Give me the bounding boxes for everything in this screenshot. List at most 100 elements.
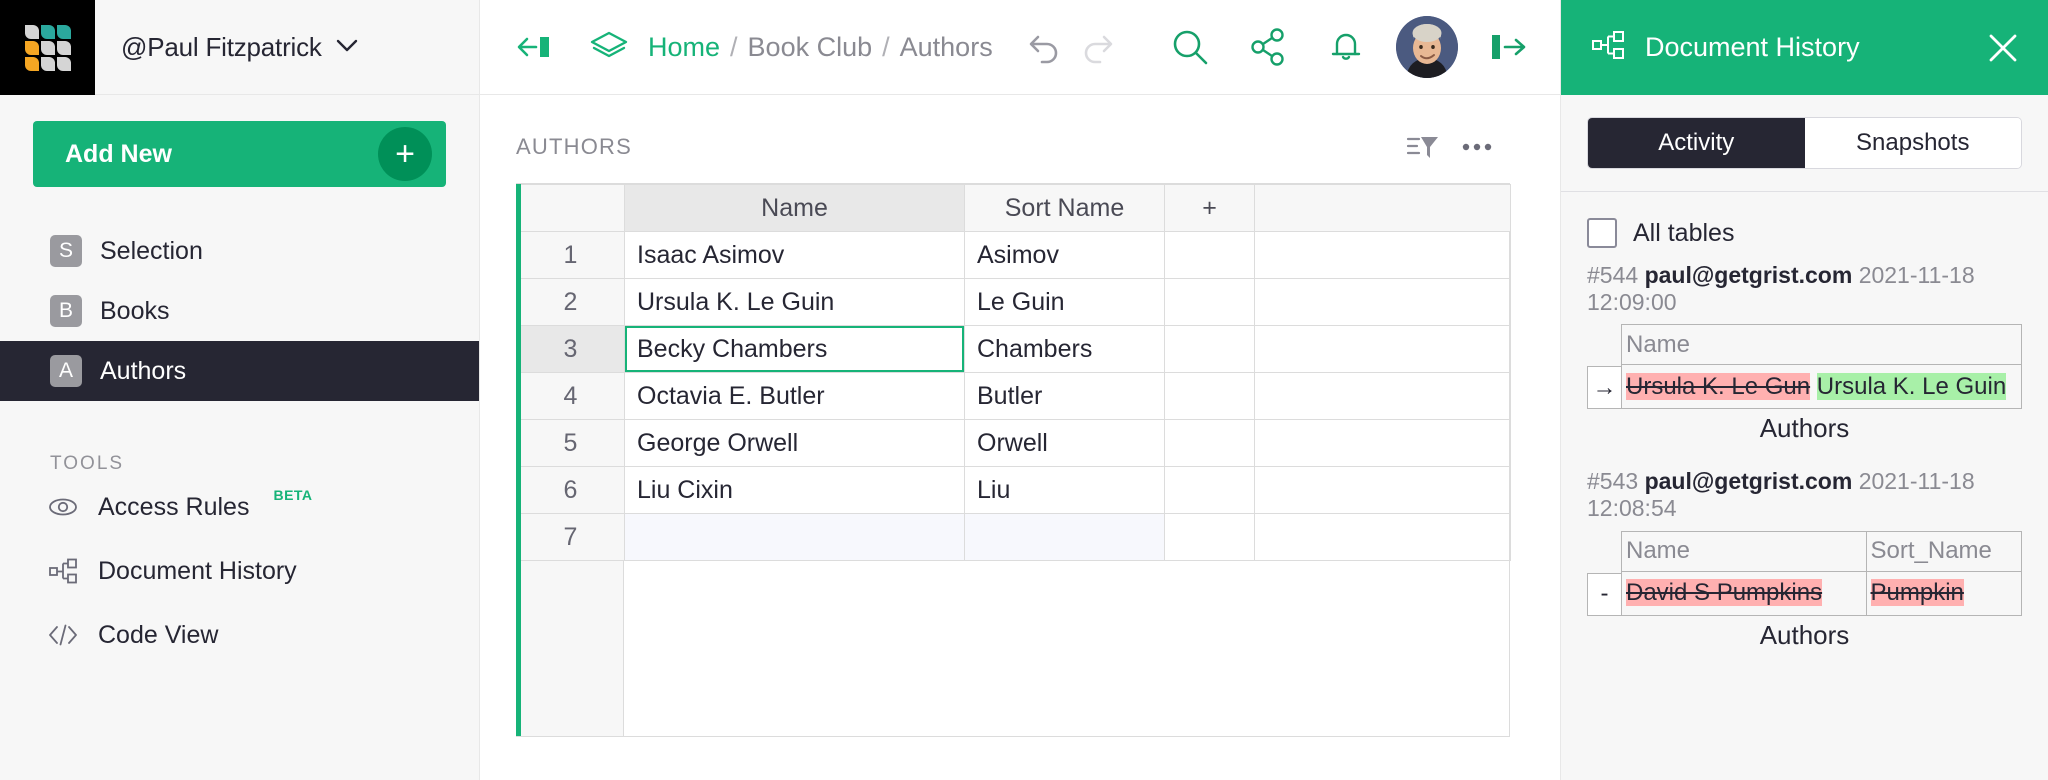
cell-name[interactable]: Octavia E. Butler	[624, 372, 965, 420]
cell-name-selected[interactable]: Becky Chambers	[624, 325, 965, 373]
tool-item-label: Access Rules	[98, 492, 250, 521]
diff-cell: David S Pumpkins	[1621, 570, 1867, 616]
column-header-blank	[1254, 184, 1511, 232]
sidebar-item-label: Authors	[100, 356, 187, 385]
cell-name[interactable]: George Orwell	[624, 419, 965, 467]
breadcrumb-separator: /	[882, 31, 890, 62]
share-icon[interactable]	[1240, 19, 1296, 75]
cell-sort-name[interactable]: Asimov	[964, 231, 1165, 279]
add-new-button[interactable]: Add New +	[33, 121, 446, 187]
sidebar-header: @Paul Fitzpatrick	[0, 0, 479, 95]
column-header-name[interactable]: Name	[624, 184, 965, 232]
layers-icon	[588, 29, 630, 65]
tool-item-access-rules[interactable]: Access Rules BETA	[0, 475, 479, 539]
diff-column-header: Name	[1621, 530, 1867, 572]
table-row[interactable]: 5 George Orwell Orwell	[516, 419, 1511, 467]
row-number[interactable]: 5	[516, 419, 625, 467]
tab-activity[interactable]: Activity	[1588, 118, 1805, 168]
cell-sort-name[interactable]: Butler	[964, 372, 1165, 420]
breadcrumb-authors[interactable]: Authors	[900, 32, 993, 63]
cell-sort-name[interactable]: Orwell	[964, 419, 1165, 467]
tab-snapshots[interactable]: Snapshots	[1804, 118, 2021, 168]
sort-filter-icon[interactable]	[1396, 125, 1450, 169]
sidebar-item-books[interactable]: B Books	[0, 281, 479, 341]
app-logo[interactable]	[0, 0, 95, 95]
redo-icon[interactable]	[1071, 19, 1127, 75]
diff-table: Name Ursula K. Le Gun Ursula K. Le Guin	[1621, 324, 2022, 410]
tool-item-code-view[interactable]: Code View	[0, 603, 479, 667]
plus-icon: +	[378, 127, 432, 181]
cell-name[interactable]: Isaac Asimov	[624, 231, 965, 279]
row-number[interactable]: 3	[516, 325, 625, 373]
row-number[interactable]: 4	[516, 372, 625, 420]
grid-empty-area	[516, 561, 1509, 736]
breadcrumb-home[interactable]: Home	[648, 32, 720, 63]
all-tables-checkbox[interactable]	[1587, 218, 1617, 248]
entry-email: paul@getgrist.com	[1644, 262, 1853, 288]
data-grid[interactable]: Name Sort Name + 1 Isaac Asimov Asimov 2…	[516, 183, 1511, 737]
branching-icon	[1591, 30, 1625, 65]
code-icon	[48, 620, 78, 650]
exit-icon[interactable]	[1480, 19, 1536, 75]
undo-icon[interactable]	[1015, 19, 1071, 75]
panel-tabs: Activity Snapshots	[1561, 95, 2048, 191]
breadcrumb-book-club[interactable]: Book Club	[748, 32, 873, 63]
cell-name[interactable]: Liu Cixin	[624, 466, 965, 514]
table-row[interactable]: 1 Isaac Asimov Asimov	[516, 231, 1511, 279]
column-header-sort-name[interactable]: Sort Name	[964, 184, 1165, 232]
cell-name[interactable]: Ursula K. Le Guin	[624, 278, 965, 326]
table-row[interactable]: 6 Liu Cixin Liu	[516, 466, 1511, 514]
account-name: @Paul Fitzpatrick	[121, 31, 322, 62]
activity-entry[interactable]: #544 paul@getgrist.com 2021-11-18 12:09:…	[1587, 262, 2022, 462]
main-content: Home / Book Club / Authors AUTHORS Name …	[480, 0, 1560, 780]
cell-sort-name-new[interactable]	[964, 513, 1165, 561]
diff-cell: Pumpkin	[1865, 570, 2023, 616]
diff-column-header: Name	[1621, 324, 2022, 366]
sidebar-item-authors[interactable]: A Authors	[0, 341, 479, 401]
entry-meta: #543 paul@getgrist.com 2021-11-18 12:08:…	[1587, 468, 2022, 522]
table-row[interactable]: 4 Octavia E. Butler Butler	[516, 372, 1511, 420]
diff-value-row: David S Pumpkins Pumpkin	[1621, 570, 2023, 616]
row-number[interactable]: 7	[516, 513, 625, 561]
entry-table-caption: Authors	[1759, 413, 1850, 444]
diff-deleted-text: Pumpkin	[1870, 579, 1964, 606]
entry-id: #543	[1587, 468, 1639, 495]
tab-group: Activity Snapshots	[1587, 117, 2022, 169]
add-column-button[interactable]: +	[1164, 184, 1255, 232]
sidebar-item-selection[interactable]: S Selection	[0, 221, 479, 281]
more-options-icon[interactable]	[1450, 125, 1504, 169]
bell-icon[interactable]	[1318, 19, 1374, 75]
entry-diff: - Name Sort_Name David S Pumpkins Pumpki…	[1587, 530, 2023, 616]
cell-sort-name[interactable]: Liu	[964, 466, 1165, 514]
column-header-rownum[interactable]	[516, 184, 625, 232]
close-icon[interactable]	[1986, 31, 2020, 65]
avatar[interactable]	[1396, 16, 1458, 78]
entry-meta: #544 paul@getgrist.com 2021-11-18 12:09:…	[1587, 262, 2022, 316]
sheet-area: AUTHORS Name Sort Name + 1 Isaac Asimov …	[480, 95, 1560, 780]
tool-item-label: Code View	[98, 620, 219, 649]
row-number[interactable]: 6	[516, 466, 625, 514]
cell-sort-name[interactable]: Le Guin	[964, 278, 1165, 326]
top-toolbar: Home / Book Club / Authors	[480, 0, 1560, 95]
entry-id: #544	[1587, 262, 1639, 288]
diff-column-header: Sort_Name	[1865, 530, 2023, 572]
diff-deleted-text: Ursula K. Le Gun	[1626, 372, 1811, 400]
search-icon[interactable]	[1162, 19, 1218, 75]
cell-name-new[interactable]	[624, 513, 965, 561]
row-number[interactable]: 1	[516, 231, 625, 279]
all-tables-filter[interactable]: All tables	[1587, 192, 2022, 262]
activity-entry[interactable]: #543 paul@getgrist.com 2021-11-18 12:08:…	[1587, 468, 2023, 668]
tool-item-document-history[interactable]: Document History	[0, 539, 479, 603]
table-row-new[interactable]: 7	[516, 513, 1511, 561]
cell-spacer	[1164, 513, 1255, 561]
row-number[interactable]: 2	[516, 278, 625, 326]
document-history-panel: Document History Activity Snapshots All …	[1560, 0, 2048, 780]
cell-sort-name[interactable]: Chambers	[964, 325, 1165, 373]
add-new-label: Add New	[65, 139, 172, 168]
page-badge: S	[50, 235, 82, 267]
authors-table: Name Sort Name + 1 Isaac Asimov Asimov 2…	[516, 184, 1511, 561]
table-row[interactable]: 2 Ursula K. Le Guin Le Guin	[516, 278, 1511, 326]
collapse-left-icon[interactable]	[510, 31, 562, 63]
table-row[interactable]: 3 Becky Chambers Chambers	[516, 325, 1511, 373]
account-switcher[interactable]: @Paul Fitzpatrick	[95, 0, 479, 94]
